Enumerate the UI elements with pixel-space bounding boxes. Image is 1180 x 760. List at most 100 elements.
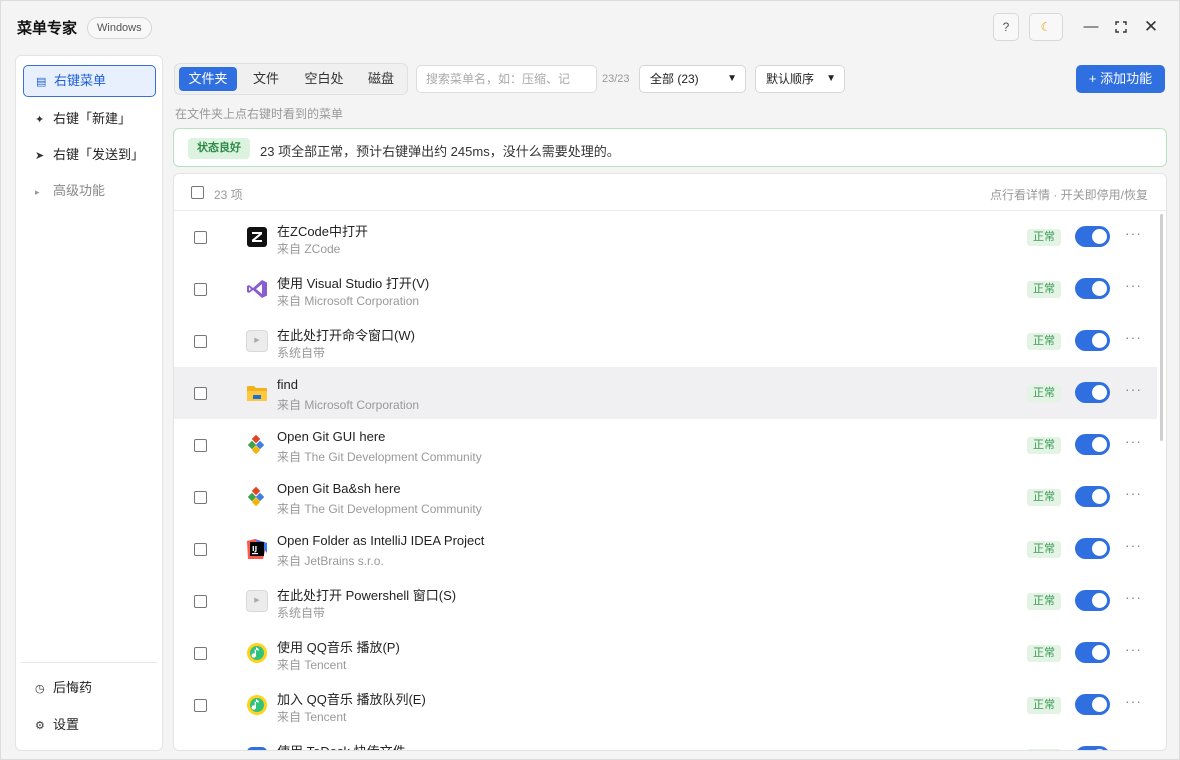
order-select[interactable]: 默认顺序 ▼	[755, 65, 845, 93]
tab-folder[interactable]: 文件夹	[179, 67, 237, 91]
more-icon[interactable]: ···	[1125, 381, 1142, 397]
row-checkbox[interactable]	[194, 335, 207, 348]
sidebar-item-context-menu[interactable]: ▤ 右键菜单	[23, 65, 156, 97]
row-source: 来自 JetBrains s.r.o.	[277, 554, 384, 568]
row-checkbox[interactable]	[194, 231, 207, 244]
list-count: 23 项	[214, 188, 243, 202]
more-icon[interactable]: ···	[1125, 277, 1142, 293]
more-icon[interactable]: ···	[1125, 433, 1142, 449]
list-item[interactable]: 使用 Visual Studio 打开(V) 来自 Microsoft Corp…	[174, 263, 1157, 315]
list-item[interactable]: ▶ 在此处打开命令窗口(W) 系统自带 正常 ···	[174, 315, 1157, 367]
system-icon: ▶	[246, 330, 268, 352]
list-item[interactable]: find 来自 Microsoft Corporation 正常 ···	[174, 367, 1157, 419]
list-item[interactable]: ▶ 在此处打开 Powershell 窗口(S) 系统自带 正常 ···	[174, 575, 1157, 627]
folder-icon	[247, 386, 267, 401]
enable-toggle[interactable]	[1075, 278, 1110, 299]
list-header: 23 项 点行看详情 · 开关即停用/恢复	[174, 174, 1166, 211]
row-title: Open Folder as IntelliJ IDEA Project	[277, 533, 485, 548]
row-status-badge: 正常	[1027, 489, 1061, 506]
row-title: 在ZCode中打开	[277, 224, 369, 239]
select-all-checkbox[interactable]	[191, 186, 204, 199]
list-item[interactable]: 使用 ToDesk 快传文件 正常	[174, 731, 1157, 750]
list-item[interactable]: Open Git GUI here 来自 The Git Development…	[174, 419, 1157, 471]
list-item[interactable]: IJ Open Folder as IntelliJ IDEA Project …	[174, 523, 1157, 575]
add-feature-button[interactable]: + 添加功能	[1076, 65, 1165, 93]
maximize-icon	[1115, 21, 1127, 33]
enable-toggle[interactable]	[1075, 226, 1110, 247]
row-source: 系统自带	[277, 606, 326, 620]
row-status-badge: 正常	[1027, 333, 1061, 350]
row-status-badge: 正常	[1027, 385, 1061, 402]
row-title: Open Git GUI here	[277, 429, 386, 444]
tab-blank[interactable]: 空白处	[295, 67, 353, 91]
order-select-value: 默认顺序	[766, 72, 815, 86]
close-button[interactable]: ✕	[1138, 14, 1164, 40]
enable-toggle[interactable]	[1075, 590, 1110, 611]
system-icon: ▶	[246, 590, 268, 612]
list-item[interactable]: 在ZCode中打开 来自 ZCode 正常 ···	[174, 211, 1157, 263]
row-source: 来自 The Git Development Community	[277, 450, 482, 464]
row-source: 来自 Microsoft Corporation	[277, 294, 420, 308]
enable-toggle[interactable]	[1075, 486, 1110, 507]
git-icon	[247, 434, 265, 455]
row-checkbox[interactable]	[194, 491, 207, 504]
list-tip: 点行看详情 · 开关即停用/恢复	[990, 188, 1148, 202]
maximize-button[interactable]	[1108, 14, 1134, 40]
row-title: Open Git Ba&sh here	[277, 481, 401, 496]
sidebar-item-send-to[interactable]: ➤ 右键「发送到」	[23, 139, 156, 171]
row-checkbox[interactable]	[194, 699, 207, 712]
row-status-badge: 正常	[1027, 437, 1061, 454]
enable-toggle[interactable]	[1075, 642, 1110, 663]
list-item[interactable]: Open Git Ba&sh here 来自 The Git Developme…	[174, 471, 1157, 523]
minimize-icon: —	[1083, 18, 1099, 35]
row-title: 加入 QQ音乐 播放队列(E)	[277, 692, 426, 707]
zcode-icon	[247, 227, 267, 247]
more-icon[interactable]: ···	[1125, 693, 1142, 709]
more-icon[interactable]: ···	[1125, 329, 1142, 345]
sidebar-item-undo[interactable]: ◷ 后悔药	[23, 672, 156, 704]
sidebar-item-label: 高级功能	[53, 183, 106, 198]
row-source: 来自 ZCode	[277, 242, 341, 256]
enable-toggle[interactable]	[1075, 538, 1110, 559]
more-icon[interactable]: ···	[1125, 485, 1142, 501]
more-icon[interactable]: ···	[1125, 537, 1142, 553]
enable-toggle[interactable]	[1075, 746, 1110, 750]
row-checkbox[interactable]	[194, 387, 207, 400]
tab-disk[interactable]: 磁盘	[357, 67, 405, 91]
intellij-icon: IJ	[247, 539, 267, 559]
more-icon[interactable]: ···	[1125, 589, 1142, 605]
enable-toggle[interactable]	[1075, 694, 1110, 715]
tab-file[interactable]: 文件	[241, 67, 291, 91]
list-item[interactable]: 加入 QQ音乐 播放队列(E) 来自 Tencent 正常 ···	[174, 679, 1157, 731]
more-icon[interactable]: ···	[1125, 641, 1142, 657]
sidebar-item-label: 右键菜单	[54, 73, 107, 88]
row-checkbox[interactable]	[194, 595, 207, 608]
send-icon: ➤	[35, 150, 45, 162]
theme-toggle-button[interactable]: ☾	[1029, 13, 1063, 41]
git-icon	[247, 486, 265, 507]
list-item[interactable]: 使用 QQ音乐 播放(P) 来自 Tencent 正常 ···	[174, 627, 1157, 679]
app-window: 菜单专家 Windows ? ☾ — ✕ ▤ 右键菜单 ✦ 右键「新建」 ➤ 右键「发…	[0, 0, 1180, 760]
sidebar-item-new[interactable]: ✦ 右键「新建」	[23, 103, 156, 135]
search-input[interactable]	[416, 65, 597, 93]
sidebar-item-settings[interactable]: ⚙ 设置	[23, 709, 156, 741]
filter-select[interactable]: 全部 (23) ▼	[639, 65, 746, 93]
help-button[interactable]: ?	[993, 13, 1019, 41]
enable-toggle[interactable]	[1075, 434, 1110, 455]
minimize-button[interactable]: —	[1078, 14, 1104, 40]
visual-studio-icon	[247, 280, 267, 298]
row-title: 使用 QQ音乐 播放(P)	[277, 640, 400, 655]
os-badge: Windows	[87, 17, 152, 39]
row-checkbox[interactable]	[194, 283, 207, 296]
row-status-badge: 正常	[1027, 697, 1061, 714]
more-icon[interactable]: ···	[1125, 225, 1142, 241]
chevron-down-icon: ▼	[826, 73, 836, 84]
enable-toggle[interactable]	[1075, 330, 1110, 351]
close-icon: ✕	[1143, 17, 1159, 36]
row-checkbox[interactable]	[194, 647, 207, 660]
sidebar-item-advanced[interactable]: ▸ 高级功能	[23, 175, 156, 207]
list-scrollbar[interactable]	[1160, 214, 1163, 441]
enable-toggle[interactable]	[1075, 382, 1110, 403]
row-checkbox[interactable]	[194, 439, 207, 452]
row-checkbox[interactable]	[194, 543, 207, 556]
